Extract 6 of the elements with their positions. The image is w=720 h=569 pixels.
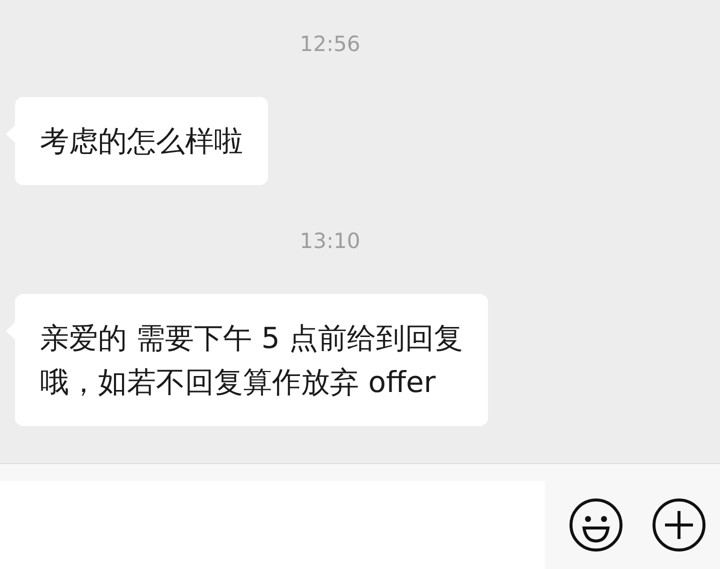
timestamp: 12:56 — [300, 34, 360, 55]
add-button[interactable] — [650, 497, 707, 553]
timestamp: 13:10 — [300, 231, 360, 252]
emoji-button[interactable] — [568, 497, 624, 553]
message-bubble: 亲爱的 需要下午 5 点前给到回复 哦，如若不回复算作放弃 offer — [15, 294, 488, 426]
message-bubble: 考虑的怎么样啦 — [15, 97, 268, 185]
